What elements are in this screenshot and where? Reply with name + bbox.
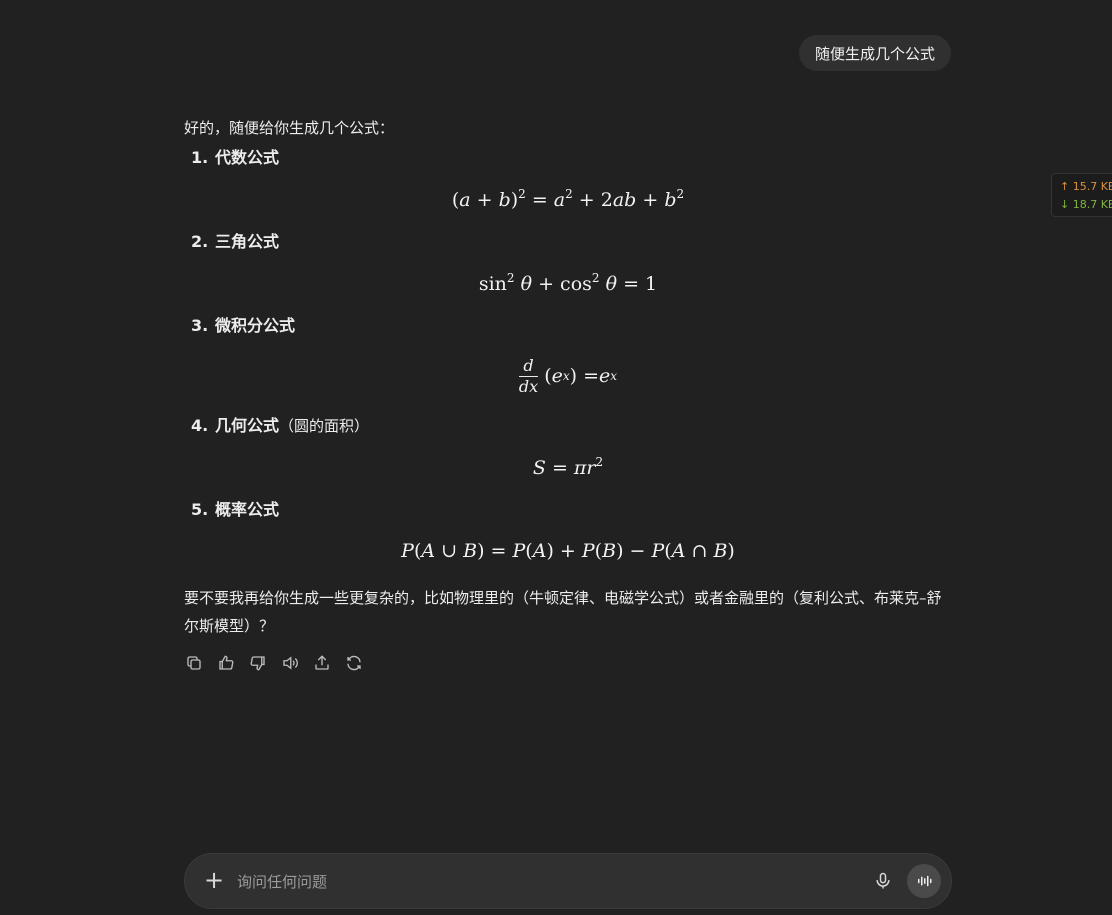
list-number: 2. bbox=[191, 232, 209, 251]
formula-heading-text: 微积分公式 bbox=[215, 316, 296, 335]
plus-icon[interactable]: + bbox=[203, 868, 225, 892]
formula-heading-4: 4. 几何公式（圆的面积） bbox=[184, 414, 952, 438]
thumbs-down-icon[interactable] bbox=[248, 653, 268, 673]
formula-algebra: (a + b)2 = a2 + 2ab + b2 bbox=[451, 187, 685, 211]
copy-icon[interactable] bbox=[184, 653, 204, 673]
network-speed-widget: ↑ 15.7 KB ↓ 18.7 KB bbox=[1051, 173, 1112, 217]
user-message-bubble: 随便生成几个公式 bbox=[798, 35, 951, 71]
microphone-icon[interactable] bbox=[873, 871, 893, 891]
read-aloud-icon[interactable] bbox=[280, 653, 300, 673]
formula-probability: P(A ∪ B) = P(A) + P(B) − P(A ∩ B) bbox=[401, 540, 735, 562]
list-number: 1. bbox=[191, 148, 209, 167]
message-composer: + 询问任何问题 bbox=[184, 853, 952, 909]
composer-input[interactable]: 询问任何问题 bbox=[237, 871, 327, 892]
message-actions bbox=[184, 653, 364, 673]
assistant-intro: 好的，随便给你生成几个公式： bbox=[184, 119, 395, 137]
user-message-text: 随便生成几个公式 bbox=[814, 44, 935, 63]
list-number: 5. bbox=[191, 500, 209, 519]
list-number: 4. bbox=[191, 416, 209, 435]
formula-geometry: S = πr2 bbox=[532, 455, 604, 479]
formula-heading-3: 3. 微积分公式 bbox=[184, 314, 952, 338]
formula-trig: sin2 θ + cos2 θ = 1 bbox=[478, 271, 658, 295]
thumbs-up-icon[interactable] bbox=[216, 653, 236, 673]
voice-mode-button[interactable] bbox=[907, 864, 941, 898]
formula-heading-text: 代数公式 bbox=[215, 148, 280, 167]
formula-heading-2: 2. 三角公式 bbox=[184, 230, 952, 254]
formula-heading-5: 5. 概率公式 bbox=[184, 498, 952, 522]
regenerate-icon[interactable] bbox=[344, 653, 364, 673]
download-speed: ↓ 18.7 KB bbox=[1060, 198, 1112, 211]
share-icon[interactable] bbox=[312, 653, 332, 673]
formula-heading-text: 三角公式 bbox=[215, 232, 280, 251]
formula-heading-text: 几何公式 bbox=[215, 416, 280, 435]
formula-heading-1: 1. 代数公式 bbox=[184, 146, 952, 170]
formula-heading-text: 概率公式 bbox=[215, 500, 280, 519]
formula-calculus: d dx (e x) = ex bbox=[518, 355, 618, 396]
list-number: 3. bbox=[191, 316, 209, 335]
waveform-icon bbox=[918, 875, 932, 887]
chat-page: 随便生成几个公式 好的，随便给你生成几个公式： 1. 代数公式 (a + b)2 … bbox=[0, 0, 1112, 915]
assistant-message: 好的，随便给你生成几个公式： 1. 代数公式 (a + b)2 = a2 + 2a… bbox=[184, 116, 952, 640]
upload-speed: ↑ 15.7 KB bbox=[1060, 180, 1112, 193]
fraction: d dx bbox=[518, 355, 539, 396]
formula-heading-note: （圆的面积） bbox=[279, 417, 370, 435]
assistant-closing: 要不要我再给你生成一些更复杂的，比如物理里的（牛顿定律、电磁学公式）或者金融里的… bbox=[184, 589, 942, 635]
